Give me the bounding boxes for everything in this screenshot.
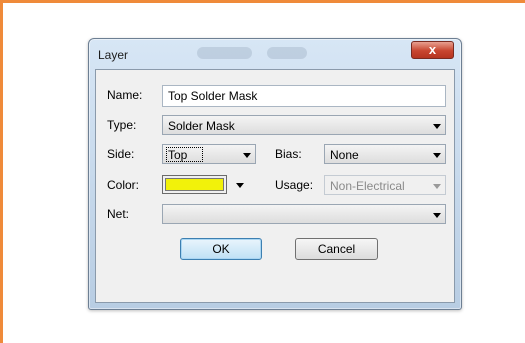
chevron-down-icon[interactable] bbox=[236, 183, 244, 188]
bias-select[interactable]: None bbox=[324, 144, 446, 164]
side-select-value: Top bbox=[168, 148, 188, 162]
color-swatch[interactable] bbox=[162, 175, 227, 194]
side-select[interactable]: Top bbox=[162, 144, 256, 164]
chevron-down-icon bbox=[243, 153, 251, 158]
chevron-down-icon bbox=[433, 124, 441, 129]
type-select[interactable]: Solder Mask bbox=[162, 115, 446, 135]
net-label: Net: bbox=[107, 207, 130, 221]
close-icon: x bbox=[428, 42, 437, 57]
cancel-button[interactable]: Cancel bbox=[295, 238, 378, 260]
type-select-value: Solder Mask bbox=[168, 119, 235, 133]
usage-label: Usage: bbox=[275, 178, 314, 192]
frame-left-border bbox=[0, 0, 3, 343]
color-picker[interactable] bbox=[162, 175, 254, 195]
close-button[interactable]: x bbox=[411, 41, 454, 59]
dialog-body: Name: Top Solder Mask Type: Solder Mask … bbox=[95, 69, 455, 303]
title-bar-blur bbox=[197, 47, 252, 59]
title-bar[interactable]: Layer x bbox=[89, 39, 461, 69]
color-label: Color: bbox=[107, 178, 140, 192]
title-bar-blur bbox=[267, 47, 307, 59]
usage-select-value: Non-Electrical bbox=[330, 179, 405, 193]
bias-select-value: None bbox=[330, 148, 359, 162]
chevron-down-icon bbox=[433, 184, 441, 189]
name-label: Name: bbox=[107, 88, 143, 102]
layer-dialog: Layer x Name: Top Solder Mask Type: Sold… bbox=[88, 38, 462, 310]
frame-top-border bbox=[0, 0, 525, 3]
type-label: Type: bbox=[107, 118, 137, 132]
bias-label: Bias: bbox=[275, 147, 302, 161]
net-select[interactable] bbox=[162, 204, 446, 224]
name-field[interactable]: Top Solder Mask bbox=[162, 85, 446, 107]
window-title: Layer bbox=[98, 48, 129, 62]
side-label: Side: bbox=[107, 147, 135, 161]
ok-button[interactable]: OK bbox=[180, 238, 262, 260]
color-swatch-fill bbox=[165, 178, 224, 191]
chevron-down-icon bbox=[433, 213, 441, 218]
usage-select: Non-Electrical bbox=[324, 175, 446, 195]
chevron-down-icon bbox=[433, 153, 441, 158]
